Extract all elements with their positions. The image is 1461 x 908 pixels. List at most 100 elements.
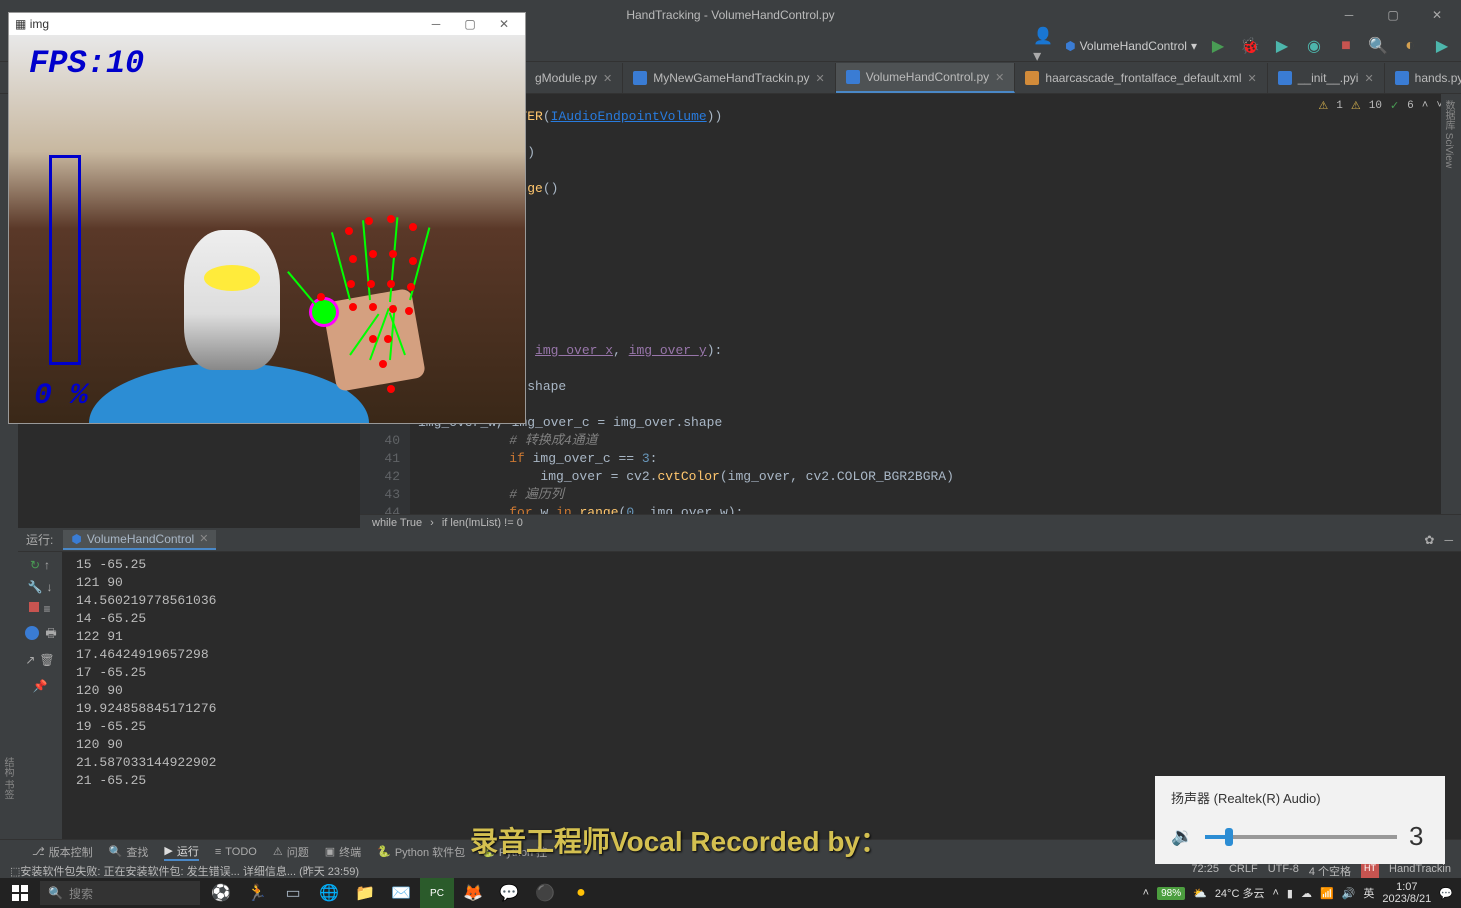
- obs-icon[interactable]: ⚫: [528, 878, 562, 908]
- speaker-icon[interactable]: 🔉: [1171, 826, 1193, 847]
- tab-problems[interactable]: ⚠ 问题: [273, 844, 309, 860]
- pin-icon[interactable]: 📌: [33, 679, 48, 693]
- project-badge: HT: [1361, 863, 1379, 879]
- wifi-icon[interactable]: 📶: [1320, 887, 1334, 900]
- tab-volumehandcontrol[interactable]: VolumeHandControl.py✕: [836, 63, 1016, 93]
- close-icon[interactable]: ✕: [603, 72, 612, 85]
- tab-hands[interactable]: hands.py✕ ⋮: [1385, 63, 1461, 93]
- edge-icon[interactable]: 🌐: [312, 878, 346, 908]
- face-mask-overlay: [184, 230, 280, 370]
- volume-value: 3: [1409, 821, 1429, 852]
- taskview-icon[interactable]: ▭: [276, 878, 310, 908]
- cursor-position[interactable]: 72:25: [1191, 863, 1219, 879]
- coverage-button[interactable]: ▶: [1271, 35, 1293, 57]
- run-config-selector[interactable]: ⬢ VolumeHandControl ▾: [1065, 39, 1197, 53]
- audio-device-name: 扬声器 (Realtek(R) Audio): [1171, 788, 1429, 807]
- start-button[interactable]: [0, 878, 40, 908]
- line-ending[interactable]: CRLF: [1229, 863, 1258, 879]
- status-message[interactable]: 安装软件包失败: 正在安装软件包: 发生错误... 详细信息... (昨天 23…: [20, 863, 359, 879]
- stop-button[interactable]: ■: [1335, 35, 1357, 57]
- ime-indicator[interactable]: 英: [1363, 885, 1374, 901]
- settings-icon[interactable]: ◐: [1399, 35, 1421, 57]
- chevron-up-icon[interactable]: ˄: [1143, 887, 1149, 899]
- close-button[interactable]: ✕: [1417, 1, 1457, 29]
- wechat-icon[interactable]: 💬: [492, 878, 526, 908]
- wrench-icon[interactable]: 🔧: [28, 580, 43, 594]
- tab-haarcascade[interactable]: haarcascade_frontalface_default.xml✕: [1015, 63, 1267, 93]
- volume-tray-icon[interactable]: 🔊: [1342, 887, 1356, 900]
- up-icon[interactable]: ↑: [44, 558, 50, 572]
- tab-python-packages[interactable]: 🐍 Python 软件包: [377, 844, 465, 860]
- tray-up-icon[interactable]: ˄: [1272, 887, 1278, 899]
- explorer-icon[interactable]: 📁: [348, 878, 382, 908]
- encoding[interactable]: UTF-8: [1268, 863, 1299, 879]
- cv-close-button[interactable]: ✕: [489, 17, 519, 31]
- mail-icon[interactable]: ✉️: [384, 878, 418, 908]
- search-input[interactable]: 🔍 搜索: [40, 881, 200, 905]
- run-sidebar: ↻ ↑ 🔧↓ ≡ 🖶 ↗ 🗑 📌: [18, 552, 62, 842]
- minimize-panel-icon[interactable]: ─: [1444, 533, 1453, 547]
- minimize-button[interactable]: ─: [1329, 1, 1369, 29]
- clock[interactable]: 1:07 2023/8/21: [1382, 881, 1431, 905]
- run-panel-header: 运行: ⬢ VolumeHandControl ✕ ✿ ─: [18, 528, 1461, 552]
- search-icon[interactable]: 🔍: [1367, 35, 1389, 57]
- tab-find[interactable]: 🔍 查找: [109, 844, 149, 860]
- cv-minimize-button[interactable]: ─: [421, 17, 451, 31]
- app2-icon[interactable]: ●: [564, 878, 598, 908]
- profile-button[interactable]: ◉: [1303, 35, 1325, 57]
- window-title: HandTracking - VolumeHandControl.py: [626, 8, 834, 22]
- close-icon[interactable]: ✕: [816, 72, 825, 85]
- weather-text[interactable]: 24°C 多云: [1215, 885, 1265, 901]
- percent-overlay: 0 %: [34, 379, 88, 413]
- opencv-window[interactable]: ▦ img ─ ▢ ✕ FPS:10 0 %: [8, 12, 526, 424]
- battery-badge[interactable]: 98%: [1157, 887, 1185, 900]
- inspection-summary[interactable]: ⚠1 ⚠10 ✓6 ˄ ˅: [1314, 94, 1447, 118]
- cv-title-text: img: [30, 17, 49, 31]
- rerun-icon[interactable]: ↻: [30, 558, 40, 572]
- run-config-name: VolumeHandControl: [1080, 39, 1187, 53]
- tab-gmodule[interactable]: gModule.py✕: [525, 63, 623, 93]
- print-icon[interactable]: 🖶: [45, 624, 56, 645]
- tab-init[interactable]: __init__.pyi✕: [1268, 63, 1385, 93]
- down-icon[interactable]: ↓: [46, 580, 52, 594]
- play-store-icon[interactable]: ▶: [1431, 35, 1453, 57]
- close-icon[interactable]: ✕: [1364, 72, 1373, 85]
- tab-terminal[interactable]: ▣ 终端: [325, 844, 361, 860]
- right-tool-strip[interactable]: 数据库 SciView: [1441, 94, 1461, 524]
- close-icon[interactable]: ✕: [995, 71, 1004, 84]
- run-button[interactable]: ▶: [1207, 35, 1229, 57]
- gear-icon[interactable]: ✿: [1424, 533, 1434, 547]
- cv-titlebar[interactable]: ▦ img ─ ▢ ✕: [9, 13, 525, 35]
- maximize-button[interactable]: ▢: [1373, 1, 1413, 29]
- cv-video-frame: FPS:10 0 %: [9, 35, 525, 423]
- onedrive-icon[interactable]: ☁: [1301, 887, 1312, 900]
- notifications-icon[interactable]: 💬: [1439, 887, 1453, 900]
- weather-icon[interactable]: ⛅: [1193, 887, 1207, 900]
- run-panel-tab[interactable]: ⬢ VolumeHandControl ✕: [63, 530, 216, 550]
- tab-todo[interactable]: ≡ TODO: [215, 846, 257, 858]
- tray-icon[interactable]: ▮: [1287, 887, 1293, 900]
- export-icon[interactable]: ↗: [25, 653, 35, 667]
- cv-maximize-button[interactable]: ▢: [455, 17, 485, 31]
- trash-icon[interactable]: 🗑: [39, 653, 54, 667]
- tab-vcs[interactable]: ⎇ 版本控制: [32, 844, 93, 860]
- debug-button[interactable]: 🐞: [1239, 35, 1261, 57]
- taskbar-running-icon[interactable]: 🏃: [240, 878, 274, 908]
- code-content[interactable]: terface, POINTER(IAudioEndpointVolume))(…: [410, 94, 1461, 518]
- close-icon[interactable]: ✕: [199, 532, 208, 545]
- taskbar-football-icon[interactable]: ⚽: [204, 878, 238, 908]
- app-icon[interactable]: 🦊: [456, 878, 490, 908]
- volume-slider[interactable]: [1205, 835, 1397, 839]
- chevron-up-icon[interactable]: ˄: [1422, 100, 1429, 112]
- run-label: 运行:: [26, 531, 53, 548]
- tab-run[interactable]: ▶ 运行: [164, 843, 198, 861]
- user-icon[interactable]: 👤▾: [1033, 35, 1055, 57]
- close-icon[interactable]: ✕: [1248, 72, 1257, 85]
- stop-icon[interactable]: [29, 602, 39, 612]
- project-name[interactable]: HandTrackin: [1389, 863, 1451, 879]
- volume-popup[interactable]: 扬声器 (Realtek(R) Audio) 🔉 3: [1155, 776, 1445, 864]
- indent[interactable]: 4 个空格: [1309, 863, 1351, 879]
- pycharm-icon[interactable]: PC: [420, 878, 454, 908]
- tab-mynewgame[interactable]: MyNewGameHandTrackin.py✕: [623, 63, 836, 93]
- clip-icon[interactable]: ≡: [43, 602, 50, 616]
